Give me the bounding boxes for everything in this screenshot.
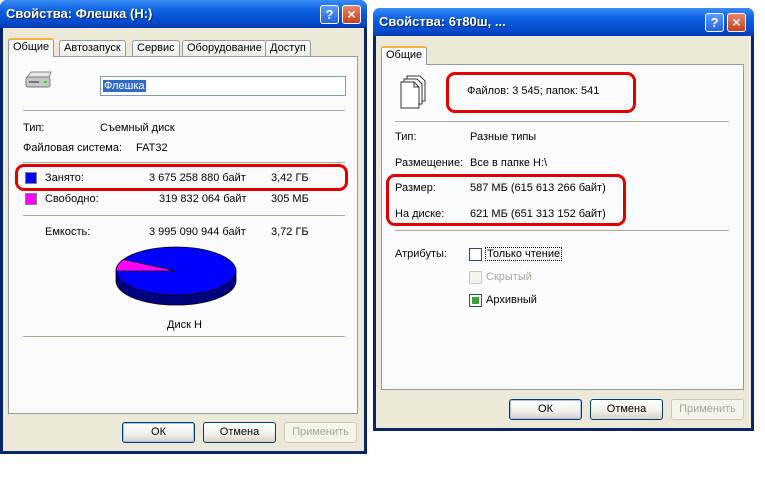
free-size: 305 МБ bbox=[271, 193, 309, 205]
separator bbox=[23, 215, 345, 217]
removable-drive-icon bbox=[25, 71, 52, 88]
type-label: Тип: bbox=[23, 122, 45, 134]
hidden-checkbox[interactable] bbox=[469, 271, 482, 284]
apply-button[interactable]: Применить bbox=[284, 422, 357, 443]
capacity-bytes: 3 995 090 944 байт bbox=[149, 226, 246, 238]
capacity-size: 3,72 ГБ bbox=[271, 226, 309, 238]
window-title: Свойства: Флешка (H:) bbox=[6, 6, 153, 21]
help-button[interactable]: ? bbox=[705, 13, 724, 32]
filesystem-value: FAT32 bbox=[136, 142, 168, 154]
close-button[interactable]: × bbox=[342, 5, 361, 24]
filesystem-label: Файловая система: bbox=[23, 142, 123, 154]
drive-properties-window: Свойства: Флешка (H:) ? × Общие Автозапу… bbox=[0, 0, 367, 454]
apply-button[interactable]: Применить bbox=[671, 399, 744, 420]
tab-general[interactable]: Общие bbox=[8, 38, 55, 57]
tab-general[interactable]: Общие bbox=[381, 46, 428, 65]
separator bbox=[23, 110, 345, 112]
drive-name-selected-text: Флешка bbox=[103, 80, 146, 92]
location-value: Все в папке H:\ bbox=[470, 157, 548, 169]
location-label: Размещение: bbox=[395, 157, 464, 169]
multiple-files-icon bbox=[400, 75, 426, 109]
highlight-files-summary bbox=[446, 72, 636, 113]
type-value: Съемный диск bbox=[100, 122, 175, 134]
tab-service[interactable]: Сервис bbox=[132, 40, 180, 56]
cancel-button[interactable]: Отмена bbox=[590, 399, 663, 420]
window-title: Свойства: 6т80ш, ... bbox=[379, 14, 506, 29]
type-label: Тип: bbox=[395, 131, 417, 143]
hidden-label: Скрытый bbox=[486, 271, 532, 283]
drive-name-input[interactable]: Флешка bbox=[100, 76, 346, 96]
highlight-size-rows bbox=[386, 174, 626, 226]
free-label: Свободно: bbox=[45, 193, 99, 205]
attributes-label: Атрибуты: bbox=[395, 248, 447, 260]
archive-label[interactable]: Архивный bbox=[486, 294, 537, 306]
free-bytes: 319 832 064 байт bbox=[159, 193, 247, 205]
readonly-label[interactable]: Только чтение bbox=[485, 247, 563, 261]
separator bbox=[395, 230, 729, 232]
highlight-used-row bbox=[15, 164, 348, 191]
close-button[interactable]: × bbox=[727, 13, 746, 32]
free-color-swatch bbox=[25, 193, 37, 205]
readonly-checkbox[interactable] bbox=[469, 248, 482, 261]
ok-button[interactable]: ОК bbox=[122, 422, 195, 443]
disk-label: Диск H bbox=[167, 319, 202, 331]
title-bar[interactable]: Свойства: 6т80ш, ... ? × bbox=[373, 8, 754, 36]
tab-hardware[interactable]: Оборудование bbox=[182, 40, 267, 56]
type-value: Разные типы bbox=[470, 131, 537, 143]
tab-autorun[interactable]: Автозапуск bbox=[59, 40, 126, 56]
archive-checkbox[interactable] bbox=[469, 294, 482, 307]
help-button[interactable]: ? bbox=[320, 5, 339, 24]
dialog-client: Общие Автозапуск Сервис Оборудование Дос… bbox=[3, 28, 364, 451]
ok-button[interactable]: ОК bbox=[509, 399, 582, 420]
capacity-label: Емкость: bbox=[45, 226, 91, 238]
disk-usage-pie bbox=[115, 246, 237, 306]
general-panel: Флешка Тип: Съемный диск Файловая систем… bbox=[8, 56, 358, 414]
cancel-button[interactable]: Отмена bbox=[203, 422, 276, 443]
separator bbox=[395, 121, 729, 123]
separator bbox=[23, 336, 345, 338]
title-bar[interactable]: Свойства: Флешка (H:) ? × bbox=[0, 0, 367, 28]
tab-sharing[interactable]: Доступ bbox=[265, 40, 311, 56]
